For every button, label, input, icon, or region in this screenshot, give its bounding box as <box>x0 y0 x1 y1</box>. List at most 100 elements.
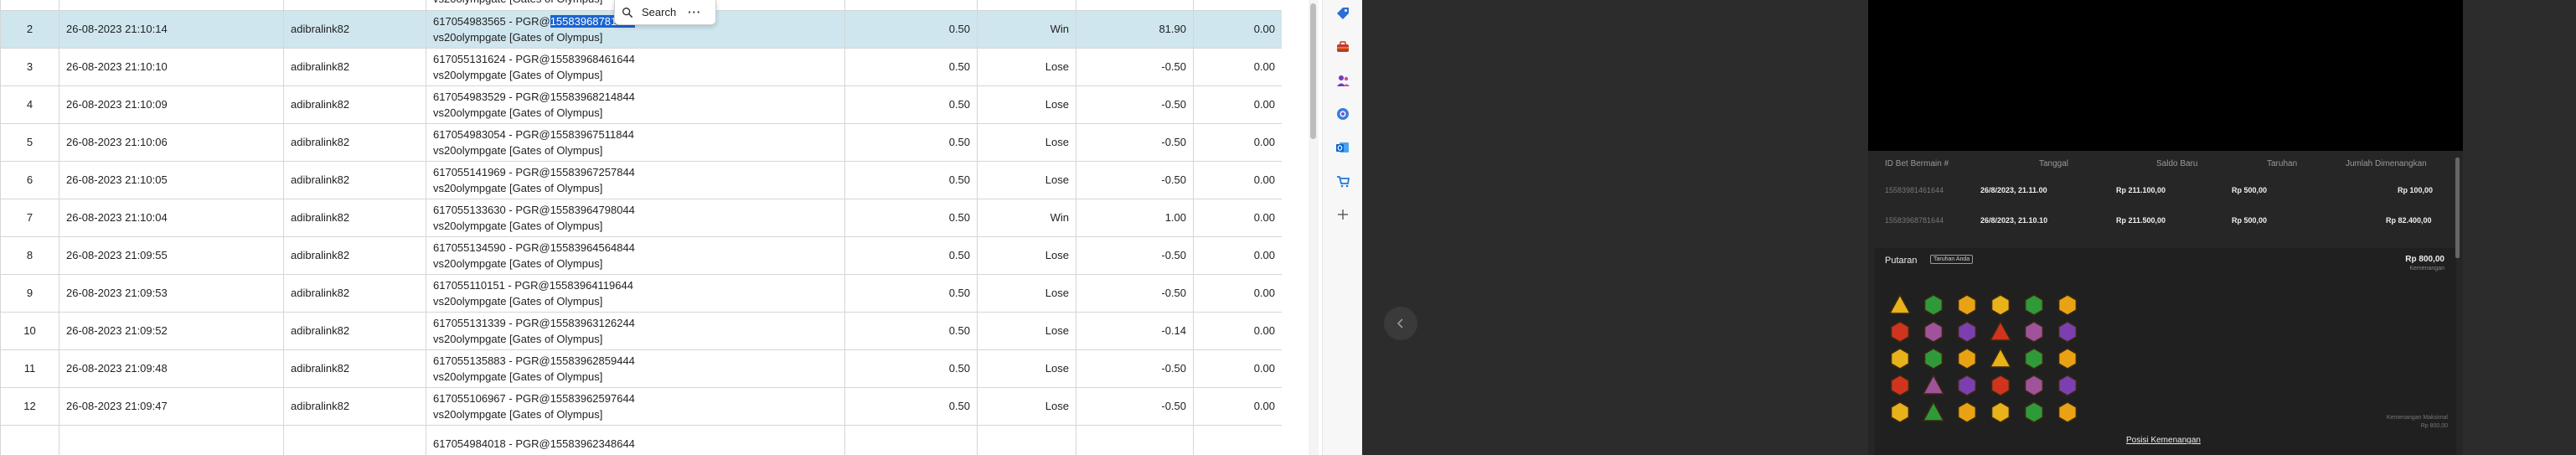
bet-cell: 0.50 <box>844 10 978 49</box>
status-cell: Lose <box>977 236 1076 275</box>
table-row[interactable]: 6 26-08-2023 21:10:05 adibralink82 61705514… <box>0 161 1282 199</box>
jackpot-cell: 0.00 <box>1193 349 1282 388</box>
transaction-reference[interactable]: 15583963126244 <box>550 317 635 329</box>
row-number: 11 <box>0 349 59 388</box>
table-row[interactable]: 4 26-08-2023 21:10:09 adibralink82 61705498… <box>0 85 1282 124</box>
transaction-separator: - PGR@ <box>505 165 550 178</box>
transaction-id: 617055131624 - PGR@15583968461644 <box>433 51 839 67</box>
previous-arrow-button[interactable] <box>1384 307 1417 340</box>
spin-sub-label: Kemenangan <box>2409 266 2444 271</box>
jackpot-cell: 0.00 <box>1193 236 1282 275</box>
status-cell: Lose <box>977 387 1076 426</box>
game-name: vs20olympgate [Gates of Olympus] <box>433 294 603 308</box>
symbol-gem <box>2057 348 2078 370</box>
transaction-reference[interactable]: 15583962859444 <box>550 354 635 367</box>
profit-cell: -0.50 <box>1076 236 1194 275</box>
transaction-number: 617054983054 <box>433 127 506 141</box>
symbol-gem <box>1957 375 1977 396</box>
copilot-icon[interactable] <box>1333 104 1353 124</box>
transaction-reference[interactable]: 15583967257844 <box>550 166 635 178</box>
jackpot-cell: 0.00 <box>1193 274 1282 313</box>
transaction-separator: - PGR@ <box>505 437 550 450</box>
transaction-reference[interactable]: 15583964564844 <box>550 241 635 254</box>
date-cell: 26-08-2023 21:10:10 <box>59 48 284 86</box>
transaction-cell: 617054984018 - PGR@15583962348644 <box>426 425 845 455</box>
history-row[interactable]: 15583968781644 26/8/2023, 21.10.10 Rp 21… <box>1880 209 2458 235</box>
max-win-label: Kemenangan Maksimal <box>2386 415 2448 421</box>
transaction-id: 617055134590 - PGR@15583964564844 <box>433 240 839 256</box>
transaction-cell: 617054983054 - PGR@15583967511844 vs20oly… <box>426 123 845 162</box>
history-bet-id: 15583981461644 <box>1885 186 1944 194</box>
transaction-number: 617054983565 <box>433 14 506 28</box>
bet-cell: 0.50 <box>844 48 978 86</box>
transaction-reference[interactable]: 15583962597644 <box>550 392 635 405</box>
table-row[interactable]: 7 26-08-2023 21:10:04 adibralink82 61705513… <box>0 199 1282 237</box>
symbol-gem <box>1888 293 1912 314</box>
history-date: 26/8/2023, 21.10.10 <box>1980 216 2048 225</box>
table-row[interactable]: 10 26-08-2023 21:09:52 adibralink82 6170551… <box>0 312 1282 350</box>
transaction-reference[interactable]: 15583962348644 <box>550 437 635 450</box>
game-scrollbar[interactable] <box>2455 158 2460 258</box>
table-row[interactable]: 3 26-08-2023 21:10:10 adibralink82 61705513… <box>0 48 1282 86</box>
game-backdrop-left <box>1362 0 1868 455</box>
table-row[interactable]: 9 26-08-2023 21:09:53 adibralink82 61705511… <box>0 274 1282 313</box>
date-cell: 26-08-2023 21:09:52 <box>59 312 284 350</box>
table-row[interactable]: 12 26-08-2023 21:09:47 adibralink82 6170551… <box>0 387 1282 426</box>
bet-cell: 0.50 <box>844 0 978 11</box>
table-row[interactable]: 8 26-08-2023 21:09:55 adibralink82 61705513… <box>0 236 1282 275</box>
status-cell: Lose <box>977 85 1076 124</box>
jackpot-cell: 0.00 <box>1193 199 1282 237</box>
table-row[interactable]: 5 26-08-2023 21:10:06 adibralink82 61705498… <box>0 123 1282 162</box>
transaction-cell: 617055141969 - PGR@15583967257844 vs20oly… <box>426 161 845 199</box>
status-cell: Lose <box>977 349 1076 388</box>
status-cell: Lose <box>977 274 1076 313</box>
transaction-id: 617055135883 - PGR@15583962859444 <box>433 353 839 369</box>
max-win-note: Kemenangan Maksimal Rp 800,00 <box>2387 414 2448 431</box>
header-bet-id: ID Bet Bermain # <box>1885 159 1949 168</box>
browser-sidebar <box>1322 0 1362 455</box>
symbol-gem <box>1957 321 1977 343</box>
outlook-icon[interactable] <box>1333 137 1353 158</box>
plus-icon[interactable] <box>1333 204 1353 225</box>
profit-cell: -0.50 <box>1076 274 1194 313</box>
win-position-link[interactable]: Posisi Kemenangan <box>2126 436 2201 445</box>
username-cell: adibralink82 <box>283 387 426 426</box>
symbol-gem <box>1890 348 1910 370</box>
table-scrollbar[interactable] <box>1309 0 1319 455</box>
date-cell: 26-08-2023 21:10:14 <box>59 10 284 49</box>
history-row[interactable]: 15583981461644 26/8/2023, 21.11.00 Rp 21… <box>1880 179 2458 204</box>
tag-icon[interactable] <box>1333 3 1353 23</box>
toolbox-icon[interactable] <box>1333 37 1353 57</box>
profit-cell: -0.50 <box>1076 123 1194 162</box>
scrollbar-thumb[interactable] <box>1310 3 1316 139</box>
transaction-number: 617055131624 <box>433 52 506 65</box>
table-row[interactable]: 11 26-08-2023 21:09:48 adibralink82 6170551… <box>0 349 1282 388</box>
more-options-icon[interactable]: ··· <box>688 6 701 18</box>
people-icon[interactable] <box>1333 70 1353 90</box>
transaction-reference[interactable]: 15583964798044 <box>550 204 635 216</box>
table-row[interactable]: 617054984018 - PGR@15583962348644 <box>0 425 1282 455</box>
search-label[interactable]: Search <box>642 6 676 18</box>
symbol-gem <box>1989 347 2012 368</box>
transaction-table: 126-08-2023 21:11:03adibralink8261705643… <box>0 0 1282 455</box>
username-cell: adibralink82 <box>283 199 426 237</box>
game-name: vs20olympgate [Gates of Olympus] <box>433 143 603 157</box>
transaction-reference[interactable]: 15583967511844 <box>550 128 634 141</box>
shopping-icon[interactable] <box>1333 171 1353 191</box>
jackpot-cell: 0.00 <box>1193 387 1282 426</box>
transaction-reference[interactable]: 15583968214844 <box>550 90 635 103</box>
profit-cell: -0.50 <box>1076 349 1194 388</box>
symbol-gem <box>2024 321 2044 343</box>
transaction-reference[interactable]: 15583964119644 <box>550 279 633 292</box>
username-cell: adibralink82 <box>283 85 426 124</box>
search-popup[interactable]: Search ··· <box>614 0 716 25</box>
date-cell: 26-08-2023 21:09:48 <box>59 349 284 388</box>
history-date: 26/8/2023, 21.11.00 <box>1980 186 2047 194</box>
symbol-gem <box>1990 401 2011 423</box>
transaction-number: 617055134590 <box>433 240 506 254</box>
transaction-number: 617055133630 <box>433 203 506 216</box>
transaction-table-pane: 126-08-2023 21:11:03adibralink8261705643… <box>0 0 1282 455</box>
transaction-reference[interactable]: 15583968461644 <box>550 53 635 65</box>
username-cell: adibralink82 <box>283 123 426 162</box>
transaction-separator: - PGR@ <box>505 52 550 65</box>
